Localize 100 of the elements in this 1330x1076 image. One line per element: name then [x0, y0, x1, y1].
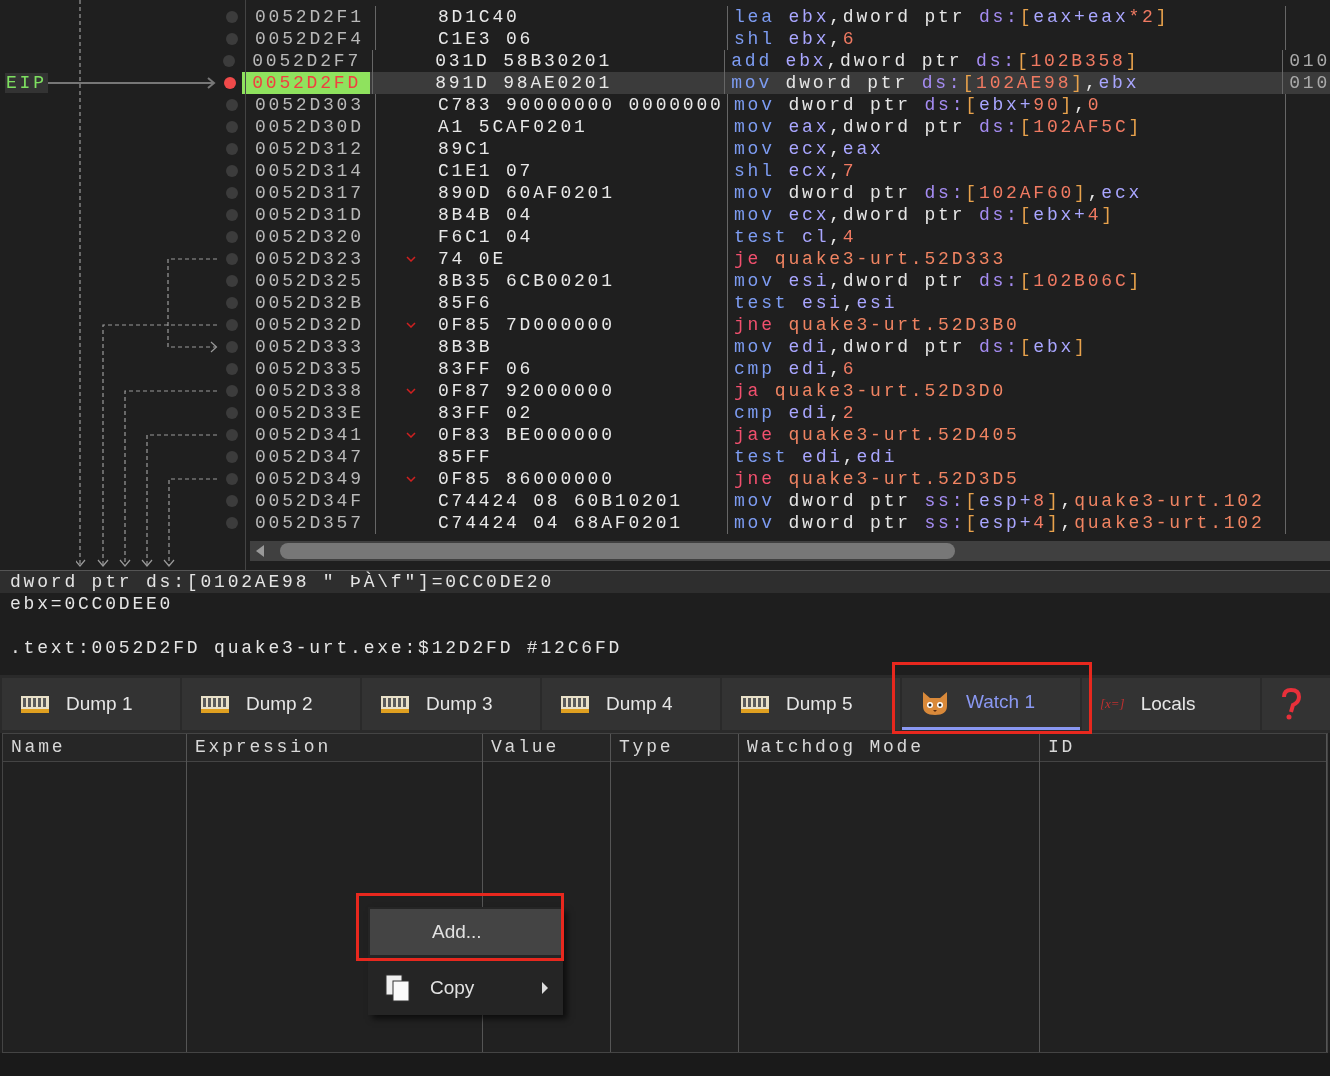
address-cell-text: 0052D2F1 [254, 6, 365, 28]
bytes-cell: 83FF 06 [438, 358, 534, 380]
address-cell-text: 0052D33E [254, 402, 365, 424]
address-cell-text: 0052D31D [254, 204, 365, 226]
instruction-cell-text: cmp edi,2 [734, 401, 857, 425]
bytes-cell: C74424 04 68AF0201 [438, 512, 683, 534]
address-cell-text: 0052D325 [254, 270, 365, 292]
column-header[interactable]: Value [483, 734, 610, 762]
address-cell-text: 0052D335 [254, 358, 365, 380]
bytes-cell: A1 5CAF0201 [438, 116, 588, 138]
instruction-cell-text: mov ecx,dword ptr ds:[ebx+4] [734, 203, 1115, 227]
bytes-cell: 85FF [438, 446, 493, 468]
address-cell-text: 0052D2F4 [254, 28, 365, 50]
instruction-cell-text: mov ecx,eax [734, 137, 884, 161]
bytes-cell: C1E3 06 [438, 28, 534, 50]
tab[interactable]: Dump 2 [182, 678, 360, 730]
bytes-cell: 8B4B 04 [438, 204, 534, 226]
instruction-cell-text: ja quake3-urt.52D3D0 [734, 379, 1007, 403]
instruction-cell-text: mov dword ptr ds:[102AE98],ebx [731, 71, 1140, 95]
tab[interactable]: Dump 1 [2, 678, 180, 730]
address-cell-text: 0052D338 [254, 380, 365, 402]
instruction-cell-text: test cl,4 [734, 225, 857, 249]
tab[interactable]: Watch 1 [902, 678, 1080, 730]
address-cell-text: 0052D323 [254, 248, 365, 270]
address-cell-text: 0052D349 [254, 468, 365, 490]
column-header[interactable]: Type [611, 734, 738, 762]
memory-chip-icon [20, 693, 50, 715]
bytes-cell: 891D 98AE0201 [435, 72, 612, 94]
address-cell-text: 0052D30D [254, 116, 365, 138]
address-cell-text: 0052D357 [254, 512, 365, 534]
address-cell-text: 0052D32B [254, 292, 365, 314]
instruction-cell-text: add ebx,dword ptr ds:[102B358] [731, 49, 1140, 73]
instruction-cell-text: jne quake3-urt.52D3D5 [734, 467, 1020, 491]
address-cell-text: 0052D303 [254, 94, 365, 116]
horizontal-scrollbar[interactable] [250, 541, 1330, 561]
bytes-cell: F6C1 04 [438, 226, 534, 248]
bytes-cell: 8B35 6CB00201 [438, 270, 615, 292]
instruction-cell-text: shl ebx,6 [734, 27, 857, 51]
address-cell-text: 0052D347 [254, 446, 365, 468]
eip-label: EIP [5, 73, 48, 93]
variable-icon: [x=] [1100, 694, 1125, 714]
menu-item[interactable]: Add... [370, 909, 561, 955]
instruction-cell-text: jae quake3-urt.52D405 [734, 423, 1020, 447]
address-cell-text: 0052D341 [254, 424, 365, 446]
column-header[interactable]: ID [1040, 734, 1326, 762]
menu-item[interactable]: Copy [368, 963, 563, 1013]
selected-row[interactable]: 0052D2FD 891D 98AE0201 mov dword ptr ds:[102AE98],ebx 010 [242, 72, 1330, 94]
tab[interactable]: Dump 4 [542, 678, 720, 730]
bytes-cell: 83FF 02 [438, 402, 534, 424]
bytes-cell: 890D 60AF0201 [438, 182, 615, 204]
instruction-cell-text: mov eax,dword ptr ds:[102AF5C] [734, 115, 1143, 139]
instruction-cell-text: lea ebx,dword ptr ds:[eax+eax*2] [734, 5, 1170, 29]
info-line: .text:0052D2FD quake3-urt.exe:$12D2FD #12C6FD [10, 636, 623, 660]
bytes-cell: 0F85 7D000000 [438, 314, 615, 336]
instruction-cell-text: mov dword ptr ds:[ebx+90],0 [734, 93, 1102, 117]
address-cell-text: 0052D317 [254, 182, 365, 204]
column-header[interactable]: Expression [187, 734, 482, 762]
instruction-cell-text: mov esi,dword ptr ds:[102B06C] [734, 269, 1143, 293]
memory-chip-icon [560, 693, 590, 715]
info-line: ebx=0CC0DEE0 [10, 592, 174, 616]
instruction-cell-text: cmp edi,6 [734, 357, 857, 381]
address-cell-text: 0052D32D [254, 314, 365, 336]
address-cell: 0052D2FD [242, 72, 371, 94]
instruction-cell-text: test esi,esi [734, 291, 898, 315]
bytes-cell: 89C1 [438, 138, 493, 160]
memory-chip-icon [740, 693, 770, 715]
instruction-cell-text: mov dword ptr ss:[esp+8],quake3-urt.102 [734, 489, 1265, 513]
bytes-cell: 8D1C40 [438, 6, 520, 28]
column-header[interactable]: Watchdog Mode [739, 734, 1039, 762]
comment-cell-text: 010 [1289, 71, 1330, 95]
instruction-cell-text: je quake3-urt.52D333 [734, 247, 1007, 271]
cat-face-icon [920, 689, 950, 716]
address-cell-text: 0052D312 [254, 138, 365, 160]
scrollbar-thumb[interactable] [280, 543, 955, 559]
instruction-cell-text: test edi,edi [734, 445, 898, 469]
bytes-cell: 031D 58B30201 [435, 50, 612, 72]
address-cell-text: 0052D314 [254, 160, 365, 182]
bytes-cell: 0F83 BE000000 [438, 424, 615, 446]
bytes-cell: C783 90000000 0000000 [438, 94, 724, 116]
bytes-cell: C1E1 07 [438, 160, 534, 182]
address-cell-text: 0052D34F [254, 490, 365, 512]
bytes-cell: 0F85 86000000 [438, 468, 615, 490]
info-line: dword ptr ds:[0102AE98 " ÞÀ\f"]=0CC0DE20 [10, 570, 555, 594]
copy-icon [384, 973, 412, 1003]
memory-chip-icon [200, 693, 230, 715]
question-mark-icon [1280, 688, 1302, 720]
instruction-cell-text: mov edi,dword ptr ds:[ebx] [734, 335, 1088, 359]
tab[interactable]: Dump 5 [722, 678, 900, 730]
address-cell-text: 0052D333 [254, 336, 365, 358]
bytes-cell: 74 0E [438, 248, 506, 270]
instruction-cell-text: mov dword ptr ds:[102AF60],ecx [734, 181, 1143, 205]
tab[interactable] [1262, 678, 1330, 730]
tab[interactable]: Dump 3 [362, 678, 540, 730]
column-header[interactable]: Name [3, 734, 186, 762]
bytes-cell: 8B3B [438, 336, 493, 358]
tab[interactable]: [x=] Locals [1082, 678, 1260, 730]
instruction-cell-text: mov dword ptr ss:[esp+4],quake3-urt.102 [734, 511, 1265, 535]
address-cell-text: 0052D2F7 [251, 50, 362, 72]
comment-cell-text: 010 [1289, 49, 1330, 73]
submenu-arrow-icon [541, 981, 549, 995]
